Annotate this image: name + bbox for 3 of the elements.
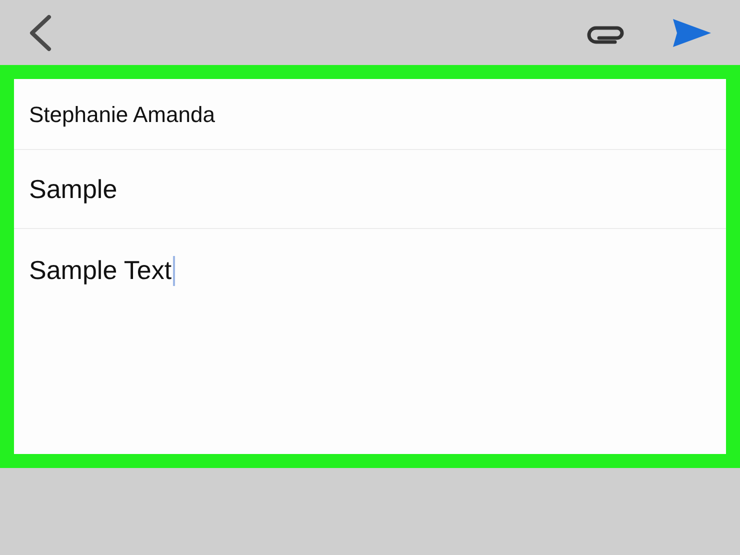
recipient-field[interactable]: Stephanie Amanda [29,98,215,130]
subject-field[interactable]: Sample [29,170,118,208]
message-body-field[interactable]: Sample Text [29,251,175,290]
